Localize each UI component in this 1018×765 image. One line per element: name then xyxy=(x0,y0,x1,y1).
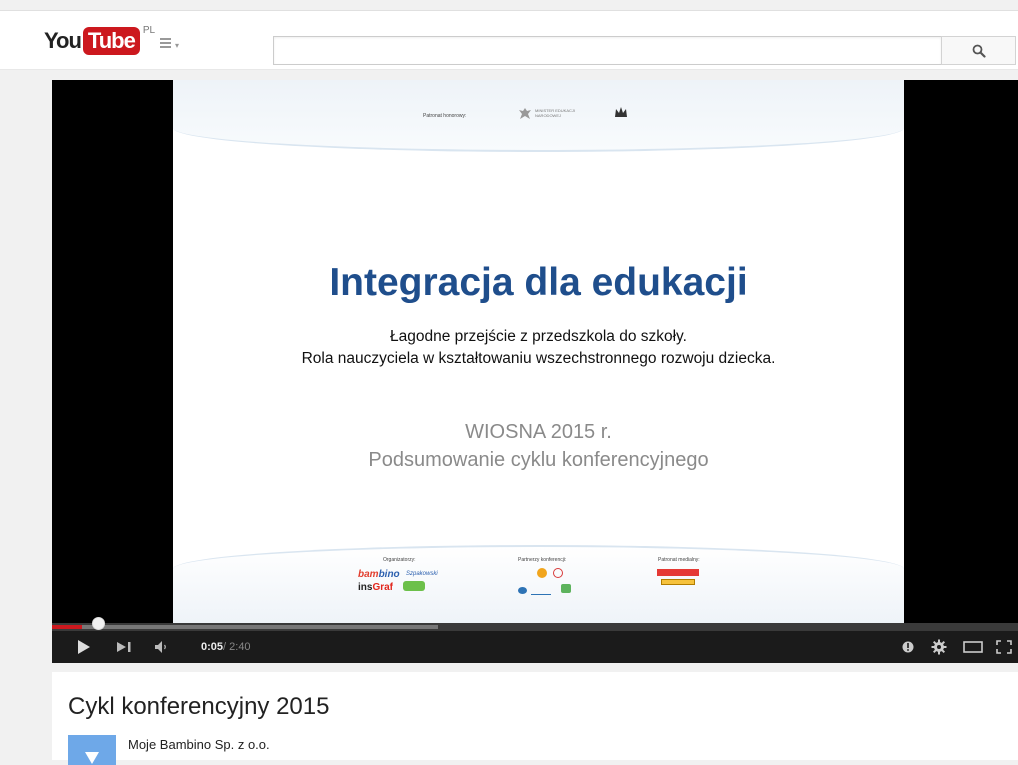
partner-logo-1 xyxy=(537,568,547,578)
current-time: 0:05 xyxy=(201,641,224,653)
chevron-down-icon: ▾ xyxy=(175,41,180,50)
logo-tube-text: Tube xyxy=(82,27,140,55)
media-logo-1 xyxy=(657,569,699,576)
guide-menu-button[interactable]: ▾ xyxy=(160,35,190,51)
search-box[interactable] xyxy=(273,36,941,65)
partner-logo-4 xyxy=(531,587,551,595)
channel-avatar[interactable] xyxy=(68,735,116,765)
fullscreen-button[interactable] xyxy=(992,631,1016,663)
annotations-icon xyxy=(902,641,914,653)
theater-icon xyxy=(963,641,983,653)
settings-icon xyxy=(931,639,947,655)
video-frame: Patronat honorowy: MINISTER EDUKACJI NAR… xyxy=(173,80,904,623)
search-button[interactable] xyxy=(941,36,1016,65)
szpakowski-logo: Szpakowski xyxy=(406,571,438,577)
slide-subtitle-line2: Rola nauczyciela w kształtowaniu wszechs… xyxy=(301,350,776,367)
progress-scrubber-handle[interactable] xyxy=(91,617,105,630)
next-button[interactable] xyxy=(112,631,136,663)
search-input[interactable] xyxy=(274,37,941,64)
slide-title: Integracja dla edukacji xyxy=(329,261,748,304)
play-icon xyxy=(78,640,90,654)
volume-button[interactable] xyxy=(150,631,174,663)
channel-logo-icon xyxy=(85,752,99,764)
channel-name[interactable]: Moje Bambino Sp. z o.o. xyxy=(128,737,270,752)
country-code: PL xyxy=(142,25,156,36)
organizers-label: Organizatorzy: xyxy=(383,557,416,563)
volume-icon xyxy=(155,641,166,653)
time-display: 0:05 / 2:40 xyxy=(201,631,251,663)
bambino-logo: bambino xyxy=(358,569,400,580)
patronat-label: Patronat honorowy: xyxy=(423,113,467,119)
slide-subtitle-line1: Łagodne przejście z przedszkola do szkoł… xyxy=(390,328,687,345)
progress-loaded xyxy=(52,625,439,629)
play-button[interactable] xyxy=(72,631,96,663)
logo-you-text: You xyxy=(44,28,82,53)
partner-logo-5 xyxy=(561,584,571,593)
youtube-logo[interactable]: You Tube PL xyxy=(44,25,156,55)
video-player[interactable]: Patronat honorowy: MINISTER EDUKACJI NAR… xyxy=(52,80,1018,663)
fullscreen-icon xyxy=(996,640,1012,654)
slide-summary: Podsumowanie cyklu konferencyjnego xyxy=(368,449,709,471)
menu-icon xyxy=(160,38,171,40)
slide-subtitle: Łagodne przejście z przedszkola do szkoł… xyxy=(173,326,904,370)
duration: / 2:40 xyxy=(223,641,251,653)
eagle-emblem-icon xyxy=(519,108,531,119)
akademia-logo xyxy=(403,581,425,591)
player-controls: 0:05 / 2:40 xyxy=(52,631,1018,663)
search-icon xyxy=(972,44,986,58)
slide-event: WIOSNA 2015 r. Podsumowanie cyklu konfer… xyxy=(173,418,904,474)
partners-label: Partnerzy konferencji: xyxy=(518,557,567,563)
crown-emblem-icon xyxy=(615,107,627,117)
annotations-button[interactable] xyxy=(896,631,920,663)
next-icon xyxy=(117,642,131,652)
progress-bar[interactable] xyxy=(52,623,1018,631)
masthead: You Tube PL ▾ xyxy=(0,11,1018,70)
slide-footer-band: Organizatorzy: Partnerzy konferencji: Pa… xyxy=(173,545,904,623)
media-logo-2 xyxy=(661,579,695,585)
ministry-label: MINISTER EDUKACJI NARODOWEJ xyxy=(535,108,576,118)
settings-button[interactable] xyxy=(926,631,952,663)
partner-logo-2 xyxy=(553,568,563,578)
video-info-panel: Cykl konferencyjny 2015 Moje Bambino Sp.… xyxy=(52,672,1018,765)
slide-season: WIOSNA 2015 r. xyxy=(465,421,612,443)
video-title: Cykl konferencyjny 2015 xyxy=(68,693,330,720)
theater-mode-button[interactable] xyxy=(960,631,986,663)
media-label: Patronat medialny: xyxy=(658,557,700,563)
partner-logo-3 xyxy=(518,587,527,594)
insgraf-logo: insGraf xyxy=(358,582,394,593)
progress-played xyxy=(52,625,82,629)
